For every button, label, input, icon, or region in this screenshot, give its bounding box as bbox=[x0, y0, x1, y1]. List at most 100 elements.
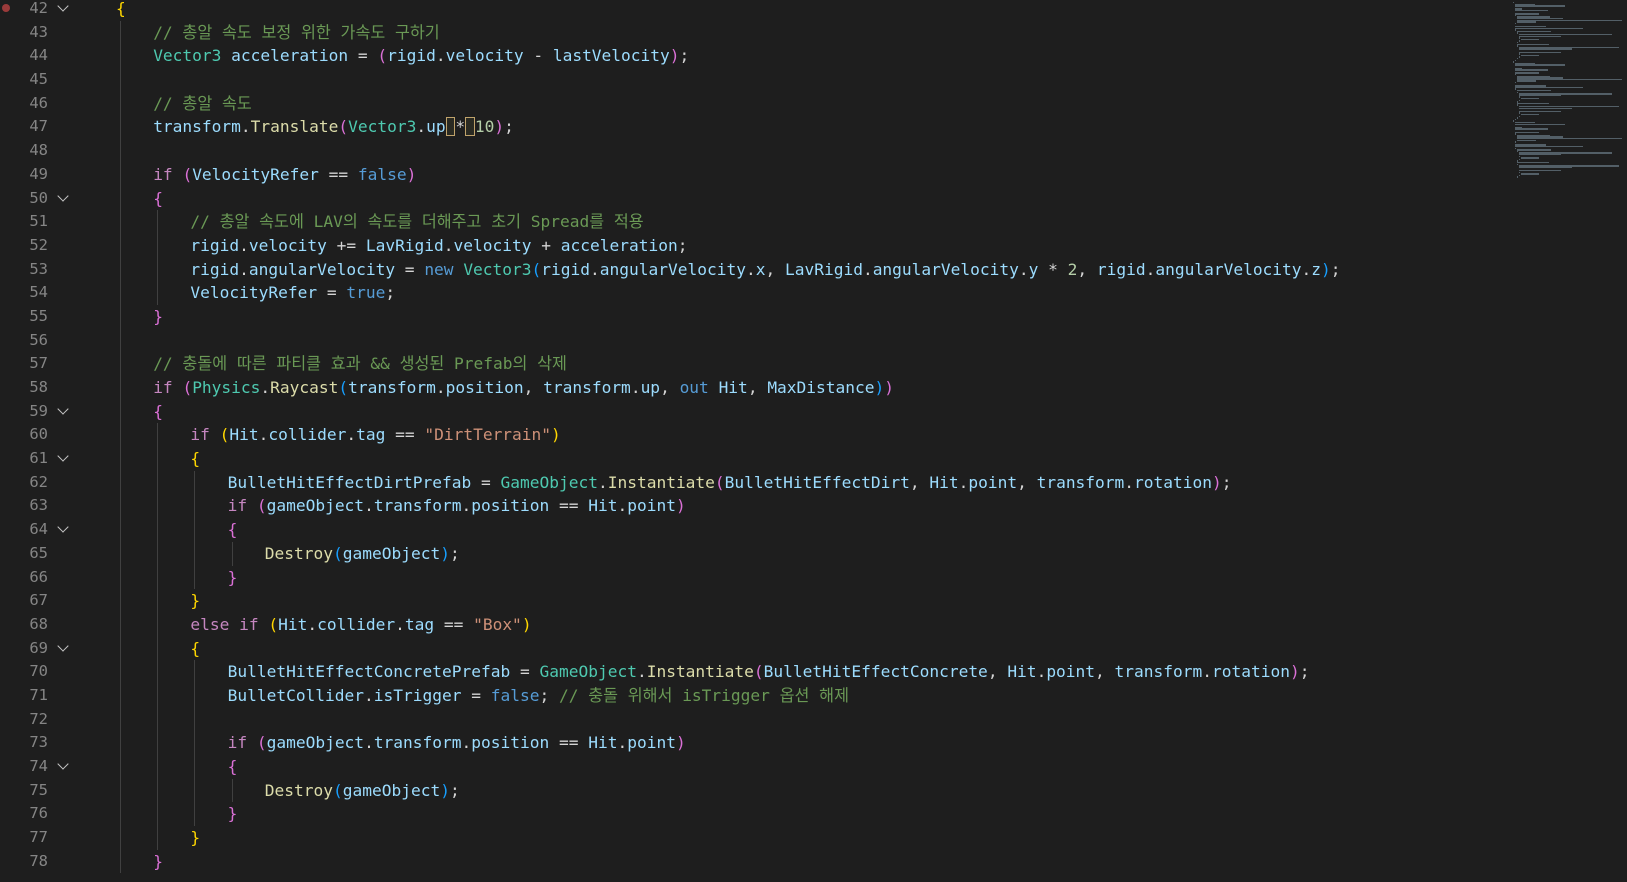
code-text[interactable]: Vector3 acceleration = (rigid.velocity -… bbox=[153, 44, 689, 68]
code-token: . bbox=[1018, 259, 1029, 279]
code-text[interactable]: { bbox=[153, 187, 163, 211]
code-token: rigid bbox=[541, 259, 591, 279]
code-line[interactable]: 52 rigid.velocity += LavRigid.velocity + … bbox=[0, 233, 1510, 258]
code-text[interactable]: if (VelocityRefer == false) bbox=[153, 163, 416, 187]
minimap[interactable] bbox=[1510, 0, 1627, 882]
code-line[interactable]: 48 bbox=[0, 139, 1510, 163]
code-line[interactable]: 72 bbox=[0, 707, 1510, 732]
code-text[interactable]: } bbox=[153, 305, 163, 329]
code-line[interactable]: 65 Destroy(gameObject); bbox=[0, 541, 1510, 566]
code-line[interactable]: 64 { bbox=[0, 518, 1510, 542]
code-line[interactable]: 61 { bbox=[0, 447, 1510, 471]
code-line[interactable]: 54 VelocityRefer = true; bbox=[0, 281, 1510, 305]
minimap-line bbox=[1517, 102, 1549, 105]
chevron-down-icon[interactable] bbox=[58, 3, 68, 13]
code-text[interactable]: if (Physics.Raycast(transform.position, … bbox=[153, 376, 894, 400]
chevron-down-icon[interactable] bbox=[58, 406, 68, 416]
code-token: } bbox=[190, 828, 201, 848]
code-line[interactable]: 77} bbox=[0, 826, 1510, 850]
indent-guide bbox=[120, 755, 121, 779]
code-text[interactable]: { bbox=[190, 637, 200, 661]
code-text[interactable]: { bbox=[190, 447, 200, 471]
code-text[interactable]: Destroy(gameObject); bbox=[265, 779, 460, 803]
code-text[interactable]: BulletHitEffectConcretePrefab = GameObje… bbox=[228, 660, 1310, 684]
code-line[interactable]: 70 BulletHitEffectConcretePrefab = GameOb… bbox=[0, 660, 1510, 684]
code-line[interactable]: 60 if (Hit.collider.tag == "DirtTerrain") bbox=[0, 423, 1510, 448]
code-line[interactable]: 75 Destroy(gameObject); bbox=[0, 778, 1510, 803]
code-text[interactable]: } bbox=[153, 850, 163, 874]
minimap-line bbox=[1515, 29, 1516, 31]
code-line[interactable]: 58 if (Physics.Raycast(transform.position… bbox=[0, 376, 1510, 400]
code-line[interactable]: 45 bbox=[0, 68, 1510, 92]
code-line[interactable]: 42 { bbox=[0, 0, 1510, 21]
code-line[interactable]: 44 Vector3 acceleration = (rigid.velocity… bbox=[0, 44, 1510, 69]
code-text[interactable]: } bbox=[190, 826, 200, 850]
code-line[interactable]: 74 { bbox=[0, 755, 1510, 779]
code-line[interactable]: 49 if (VelocityRefer == false) bbox=[0, 162, 1510, 187]
code-line[interactable]: 56 bbox=[0, 328, 1510, 353]
code-text[interactable]: } bbox=[228, 802, 238, 826]
code-line[interactable]: 50 { bbox=[0, 186, 1510, 211]
code-line[interactable]: 59 { bbox=[0, 399, 1510, 424]
chevron-down-icon[interactable] bbox=[58, 761, 68, 771]
code-line[interactable]: 73 if (gameObject.transform.position == H… bbox=[0, 731, 1510, 755]
indent-guide bbox=[157, 636, 159, 661]
code-token: if bbox=[227, 496, 248, 516]
indent-guide bbox=[157, 707, 159, 732]
code-line[interactable]: 67} bbox=[0, 589, 1510, 613]
minimap-line bbox=[1515, 13, 1540, 15]
code-text[interactable]: // 총알 속도 bbox=[153, 92, 252, 116]
chevron-down-icon[interactable] bbox=[58, 524, 68, 534]
code-token: . bbox=[958, 472, 969, 492]
code-text[interactable]: { bbox=[228, 518, 238, 542]
minimap-line bbox=[1515, 5, 1565, 7]
code-text[interactable]: rigid.angularVelocity = new Vector3(rigi… bbox=[190, 258, 1340, 282]
code-text[interactable]: { bbox=[228, 755, 238, 779]
chevron-down-icon[interactable] bbox=[58, 453, 68, 463]
code-text[interactable]: // 충돌에 따른 파티클 효과 && 생성된 Prefab의 삭제 bbox=[153, 352, 567, 376]
code-line[interactable]: 68 else if (Hit.collider.tag == "Box") bbox=[0, 612, 1510, 637]
code-line[interactable]: 46 // 총알 속도 bbox=[0, 91, 1510, 116]
code-text[interactable]: if (Hit.collider.tag == "DirtTerrain") bbox=[190, 423, 560, 447]
code-line[interactable]: 63 if (gameObject.transform.position == H… bbox=[0, 494, 1510, 519]
code-text[interactable]: Destroy(gameObject); bbox=[265, 542, 460, 566]
code-token: VelocityRefer bbox=[192, 164, 319, 184]
code-line[interactable]: 66} bbox=[0, 565, 1510, 590]
code-line[interactable]: 53 rigid.angularVelocity = new Vector3(ri… bbox=[0, 257, 1510, 282]
code-text[interactable]: { bbox=[153, 400, 163, 424]
code-text[interactable]: VelocityRefer = true; bbox=[190, 281, 395, 305]
code-text[interactable]: else if (Hit.collider.tag == "Box") bbox=[190, 613, 531, 637]
code-line[interactable]: 55} bbox=[0, 304, 1510, 329]
chevron-down-icon[interactable] bbox=[58, 643, 68, 653]
code-text[interactable]: transform.Translate(Vector3.up * 10); bbox=[153, 115, 514, 139]
minimap-line bbox=[1519, 166, 1573, 169]
code-line[interactable]: 76} bbox=[0, 802, 1510, 827]
code-token: new bbox=[424, 259, 454, 279]
code-text[interactable]: // 총알 속도에 LAV의 속도를 더해주고 초기 Spread를 적용 bbox=[190, 210, 643, 234]
chevron-down-icon[interactable] bbox=[58, 193, 68, 203]
code-line[interactable]: 71 BulletCollider.isTrigger = false; // 충… bbox=[0, 683, 1510, 708]
code-editor[interactable]: 42 {43 // 총알 속도 보정 위한 가속도 구하기 44 Vector3 acc… bbox=[0, 0, 1627, 882]
code-line[interactable]: 69 { bbox=[0, 636, 1510, 661]
code-text[interactable]: } bbox=[228, 566, 238, 590]
code-line[interactable]: 47 transform.Translate(Vector3.up * 10); bbox=[0, 115, 1510, 140]
code-text[interactable]: // 총알 속도 보정 위한 가속도 구하기 bbox=[153, 21, 439, 45]
code-text[interactable]: if (gameObject.transform.position == Hit… bbox=[228, 494, 686, 518]
code-text[interactable]: } bbox=[190, 589, 200, 613]
code-line[interactable]: 43 // 총알 속도 보정 위한 가속도 구하기 bbox=[0, 20, 1510, 45]
code-token: { bbox=[153, 401, 163, 421]
indent-guide bbox=[157, 660, 159, 684]
code-line[interactable]: 78} bbox=[0, 849, 1510, 874]
code-text[interactable]: if (gameObject.transform.position == Hit… bbox=[228, 731, 686, 755]
code-text[interactable]: { bbox=[116, 0, 126, 21]
code-text[interactable]: BulletCollider.isTrigger = false; // 충돌 … bbox=[228, 684, 849, 708]
code-line[interactable]: 57 // 충돌에 따른 파티클 효과 && 생성된 Prefab의 삭제 bbox=[0, 352, 1510, 376]
code-text[interactable]: BulletHitEffectDirtPrefab = GameObject.I… bbox=[228, 471, 1232, 495]
code-line[interactable]: 51 // 총알 속도에 LAV의 속도를 더해주고 초기 Spread를 적용 bbox=[0, 210, 1510, 234]
code-lines-container[interactable]: 42 {43 // 총알 속도 보정 위한 가속도 구하기 44 Vector3 acc… bbox=[0, 0, 1510, 874]
indent-guide bbox=[120, 849, 121, 874]
code-token: { bbox=[190, 449, 201, 469]
code-line[interactable]: 62 BulletHitEffectDirtPrefab = GameObject… bbox=[0, 470, 1510, 495]
code-text[interactable]: rigid.velocity += LavRigid.velocity + ac… bbox=[190, 234, 687, 258]
